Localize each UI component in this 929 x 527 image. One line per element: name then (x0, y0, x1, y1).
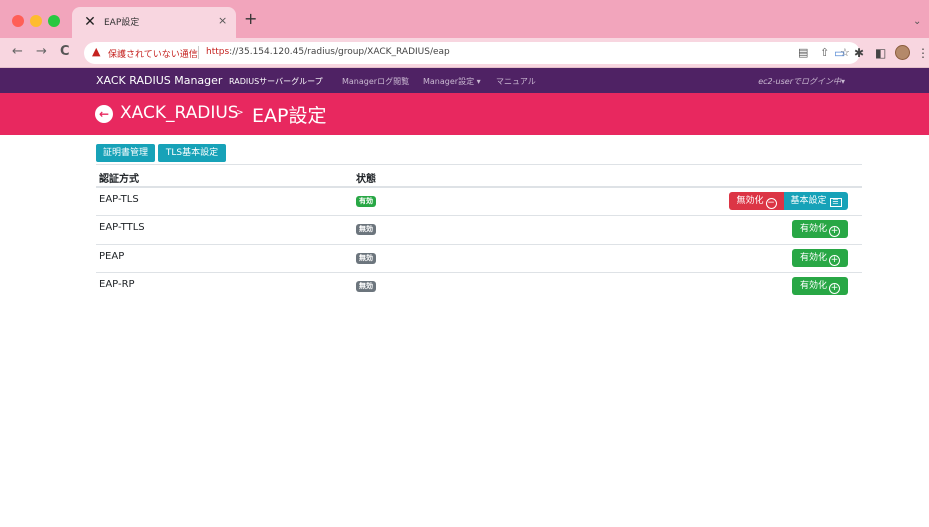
reload-icon[interactable]: C (60, 45, 70, 59)
security-status-label[interactable]: 保護されていない通信 (108, 47, 198, 60)
browser-tab[interactable]: ✕ EAP設定 × (72, 7, 236, 38)
status-badge: 無効 (356, 224, 376, 235)
xack-logo-icon: ✕ (84, 14, 96, 30)
back-circle-icon[interactable]: ← (95, 105, 113, 123)
back-arrow-icon[interactable]: ← (12, 45, 23, 59)
address-bar[interactable]: ▲ 保護されていない通信 https://35.154.120.45/radiu… (84, 42, 860, 64)
status-badge: 無効 (356, 253, 376, 264)
row-divider (96, 272, 862, 273)
tab-title: EAP設定 (104, 18, 140, 28)
enable-button[interactable]: 有効化 + (792, 220, 848, 238)
group-name: XACK_RADIUS (120, 103, 239, 123)
more-icon[interactable]: ⋮ (917, 46, 929, 60)
row-divider (96, 215, 862, 216)
status-badge: 無効 (356, 281, 376, 292)
tab-strip: ✕ EAP設定 × + ⌄ (0, 0, 929, 38)
url-scheme: https (206, 47, 230, 57)
page-title: EAP設定 (252, 105, 327, 127)
list-icon: ☰ (829, 198, 842, 207)
nav-manager-settings[interactable]: Manager設定 ▾ (423, 76, 481, 87)
plus-circle-icon: + (829, 226, 840, 237)
avatar[interactable] (895, 45, 910, 60)
disable-label: 無効化 (736, 196, 764, 206)
column-header-status: 状態 (356, 174, 376, 185)
enable-label: 有効化 (799, 224, 827, 234)
method-cell: EAP-TTLS (99, 222, 145, 233)
basic-settings-button[interactable]: 基本設定 ☰ (784, 192, 848, 210)
plus-circle-icon: + (829, 255, 840, 266)
app-navbar: XACK RADIUS Manager RADIUSサーバーグループ Manag… (0, 68, 929, 93)
nav-manual[interactable]: マニュアル (496, 76, 536, 87)
page-header: ← XACK_RADIUS > EAP設定 (0, 93, 929, 135)
brand-name[interactable]: XACK RADIUS Manager (96, 74, 222, 87)
enable-label: 有効化 (799, 281, 827, 291)
cert-management-button[interactable]: 証明書管理 (96, 144, 155, 162)
puzzle-icon[interactable]: ✱ (854, 46, 864, 60)
status-badge: 有効 (356, 196, 376, 207)
method-cell: PEAP (99, 251, 125, 262)
minimize-window-button[interactable] (30, 15, 42, 27)
maximize-window-button[interactable] (48, 15, 60, 27)
plus-circle-icon: + (829, 283, 840, 294)
url-path: ://35.154.120.45/radius/group/XACK_RADIU… (229, 47, 450, 57)
tab-search-chevron-icon[interactable]: ⌄ (913, 16, 921, 27)
method-cell: EAP-TLS (99, 194, 139, 205)
row-divider (96, 244, 862, 245)
tab-close-icon[interactable]: × (218, 14, 227, 27)
disable-button[interactable]: 無効化 − (729, 192, 784, 210)
breadcrumb-separator: > (236, 108, 244, 118)
user-menu[interactable]: ec2-userでログイン中▾ (758, 76, 845, 87)
method-cell: EAP-RP (99, 279, 135, 290)
warning-icon[interactable]: ▲ (92, 45, 100, 58)
sidebar-icon[interactable]: ◧ (875, 46, 886, 60)
translate-icon[interactable]: ▤ (798, 46, 808, 59)
nav-manager-log[interactable]: Managerログ閲覧 (342, 76, 409, 87)
minus-circle-icon: − (765, 198, 777, 209)
enable-label: 有効化 (799, 253, 827, 263)
browser-toolbar: ← → C ▲ 保護されていない通信 https://35.154.120.45… (0, 38, 929, 68)
tls-settings-button[interactable]: TLS基本設定 (158, 144, 226, 162)
table-top-border (96, 164, 862, 165)
forward-arrow-icon[interactable]: → (36, 45, 47, 59)
new-tab-icon[interactable]: + (244, 11, 257, 27)
share-icon[interactable]: ⇧ (820, 46, 829, 59)
enable-button[interactable]: 有効化 + (792, 249, 848, 267)
url-divider (198, 46, 199, 59)
enable-button[interactable]: 有効化 + (792, 277, 848, 295)
table-header-border (96, 186, 862, 188)
basic-settings-label: 基本設定 (790, 196, 827, 206)
nav-radius-groups[interactable]: RADIUSサーバーグループ (229, 76, 323, 87)
browser-window: ✕ EAP設定 × + ⌄ ← → C ▲ 保護されていない通信 https:/… (0, 0, 929, 527)
url-text[interactable]: https://35.154.120.45/radius/group/XACK_… (206, 47, 450, 57)
extension-icon[interactable]: ▭ (834, 46, 845, 60)
close-window-button[interactable] (12, 15, 24, 27)
column-header-method: 認証方式 (99, 174, 139, 185)
